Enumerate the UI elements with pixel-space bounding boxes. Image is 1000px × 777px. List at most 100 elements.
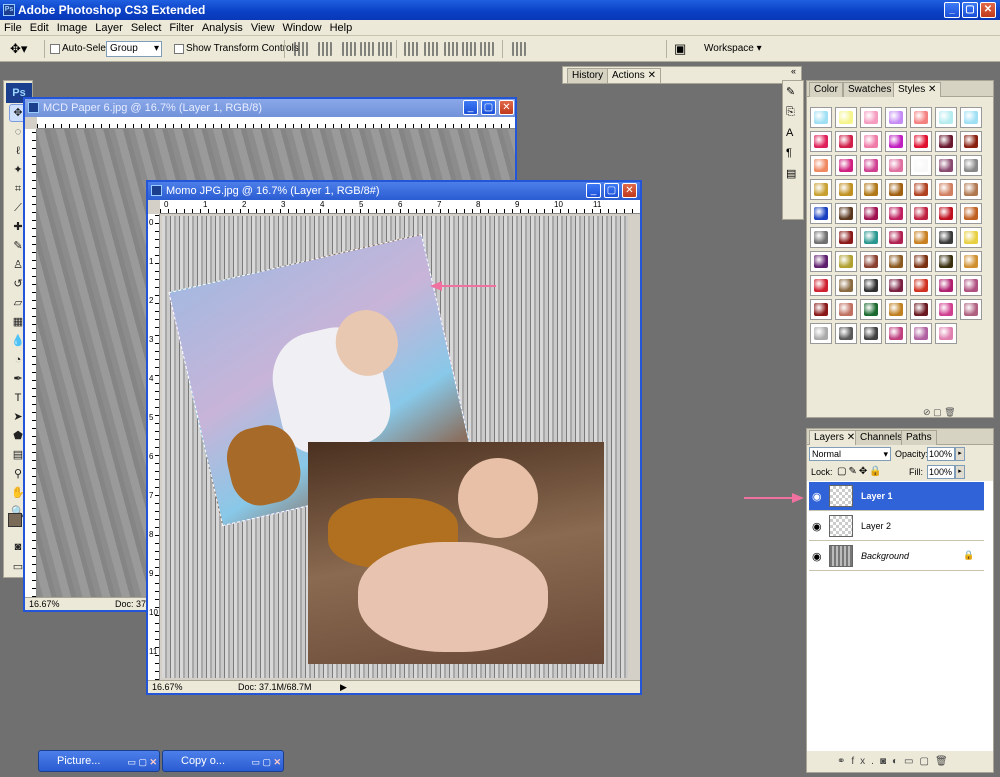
status-menu-arrow-icon[interactable]: ▶ xyxy=(340,681,347,694)
style-swatch[interactable] xyxy=(835,275,857,296)
add-mask-icon[interactable]: ◙ xyxy=(880,756,892,767)
style-swatch[interactable] xyxy=(810,227,832,248)
style-swatch[interactable] xyxy=(960,275,982,296)
style-swatch[interactable] xyxy=(835,179,857,200)
layer-comps-icon[interactable]: ▤ xyxy=(786,167,800,180)
fill-slider-button[interactable]: ▸ xyxy=(955,465,965,479)
zoom-field[interactable]: 16.67% xyxy=(152,681,183,694)
new-layer-icon[interactable]: ▢ xyxy=(920,756,935,767)
style-swatch[interactable] xyxy=(810,275,832,296)
tab-styles[interactable]: Styles ✕ xyxy=(893,82,942,97)
layer-style-button[interactable]: fx. xyxy=(851,756,880,767)
character-icon[interactable]: A xyxy=(786,127,800,139)
style-swatch[interactable] xyxy=(835,227,857,248)
tab-color[interactable]: Color xyxy=(809,82,843,97)
style-swatch[interactable] xyxy=(935,107,957,128)
style-swatch[interactable] xyxy=(885,203,907,224)
style-swatch[interactable] xyxy=(910,155,932,176)
style-swatch[interactable] xyxy=(935,203,957,224)
style-swatch[interactable] xyxy=(885,275,907,296)
tab-history[interactable]: History xyxy=(567,68,609,83)
photo-layer-2[interactable] xyxy=(308,442,604,664)
style-swatch[interactable] xyxy=(885,155,907,176)
style-swatch[interactable] xyxy=(885,251,907,272)
menu-item-view[interactable]: View xyxy=(247,20,279,35)
style-swatch[interactable] xyxy=(960,323,982,344)
doc-maximize-button[interactable]: ▢ xyxy=(604,183,619,198)
distribute-top-icon[interactable] xyxy=(404,42,418,56)
layer-row[interactable]: ◉ Layer 2 xyxy=(809,512,984,541)
style-swatch[interactable] xyxy=(935,275,957,296)
style-swatch[interactable] xyxy=(860,203,882,224)
tab-actions[interactable]: Actions ✕ xyxy=(607,68,661,83)
no-style-icon[interactable]: ⊘ xyxy=(923,407,931,417)
style-swatch[interactable] xyxy=(910,251,932,272)
style-swatch[interactable] xyxy=(835,155,857,176)
align-bottom-icon[interactable] xyxy=(342,42,356,56)
style-swatch[interactable] xyxy=(935,155,957,176)
style-swatch[interactable] xyxy=(810,251,832,272)
style-swatch[interactable] xyxy=(935,251,957,272)
paragraph-icon[interactable]: ¶ xyxy=(786,147,800,159)
visibility-eye-icon[interactable]: ◉ xyxy=(812,490,822,503)
panel-collapse-icon[interactable]: « xyxy=(791,66,796,76)
align-top-icon[interactable] xyxy=(294,42,308,56)
new-style-icon[interactable]: ▢ xyxy=(933,407,942,417)
style-swatch[interactable] xyxy=(810,299,832,320)
layer-row[interactable]: ◉ Background 🔒 xyxy=(809,542,984,571)
opacity-slider-button[interactable]: ▸ xyxy=(955,447,965,461)
delete-layer-icon[interactable]: 🗑 xyxy=(935,756,954,767)
new-group-icon[interactable]: ▭ xyxy=(904,756,919,767)
style-swatch[interactable] xyxy=(935,299,957,320)
minimize-button[interactable]: _ xyxy=(944,2,960,18)
fill-input[interactable]: 100% xyxy=(927,465,955,479)
align-hcenter-icon[interactable] xyxy=(378,42,392,56)
foreground-color-swatch[interactable] xyxy=(8,513,22,527)
doc-maximize-button[interactable]: ▢ xyxy=(481,100,496,115)
style-swatch[interactable] xyxy=(910,323,932,344)
style-swatch[interactable] xyxy=(910,179,932,200)
tab-swatches[interactable]: Swatches xyxy=(843,82,897,97)
style-swatch[interactable] xyxy=(935,131,957,152)
style-swatch[interactable] xyxy=(960,227,982,248)
style-swatch[interactable] xyxy=(960,179,982,200)
style-swatch[interactable] xyxy=(810,155,832,176)
menu-item-layer[interactable]: Layer xyxy=(91,20,127,35)
style-swatch[interactable] xyxy=(885,131,907,152)
distribute-left-icon[interactable] xyxy=(462,42,476,56)
style-swatch[interactable] xyxy=(860,179,882,200)
tab-paths[interactable]: Paths xyxy=(901,430,937,445)
blend-mode-dropdown[interactable]: Normal ▾ xyxy=(809,447,891,461)
style-swatch[interactable] xyxy=(960,203,982,224)
maximize-button[interactable]: ▢ xyxy=(962,2,978,18)
style-swatch[interactable] xyxy=(960,107,982,128)
style-swatch[interactable] xyxy=(835,131,857,152)
doc-close-button[interactable]: ✕ xyxy=(499,100,514,115)
doc-title-bar[interactable]: Momo JPG.jpg @ 16.7% (Layer 1, RGB/8#) _… xyxy=(148,182,640,200)
style-swatch[interactable] xyxy=(860,155,882,176)
style-swatch[interactable] xyxy=(910,299,932,320)
menu-item-edit[interactable]: Edit xyxy=(26,20,53,35)
style-swatch[interactable] xyxy=(860,251,882,272)
minimized-doc-picture[interactable]: Picture... ▭ ▢ ✕ xyxy=(38,750,160,772)
style-swatch[interactable] xyxy=(860,275,882,296)
style-swatch[interactable] xyxy=(910,107,932,128)
adjustment-layer-icon[interactable]: ◐ xyxy=(892,756,904,767)
distribute-bottom-icon[interactable] xyxy=(444,42,458,56)
zoom-field[interactable]: 16.67% xyxy=(29,598,60,611)
doc-minimize-button[interactable]: _ xyxy=(586,183,601,198)
clone-source-icon[interactable]: ⎘ xyxy=(786,106,800,119)
style-swatch[interactable] xyxy=(885,299,907,320)
menu-item-file[interactable]: File xyxy=(0,20,26,35)
style-swatch[interactable] xyxy=(835,299,857,320)
menu-item-filter[interactable]: Filter xyxy=(165,20,197,35)
show-transform-checkbox[interactable] xyxy=(174,44,184,54)
menu-item-image[interactable]: Image xyxy=(53,20,92,35)
style-swatch[interactable] xyxy=(885,323,907,344)
style-swatch[interactable] xyxy=(810,203,832,224)
style-swatch[interactable] xyxy=(835,107,857,128)
style-swatch[interactable] xyxy=(835,203,857,224)
close-button[interactable]: ✕ xyxy=(980,2,996,18)
auto-align-icon[interactable] xyxy=(512,42,526,56)
tab-layers[interactable]: Layers ✕ xyxy=(809,430,861,445)
